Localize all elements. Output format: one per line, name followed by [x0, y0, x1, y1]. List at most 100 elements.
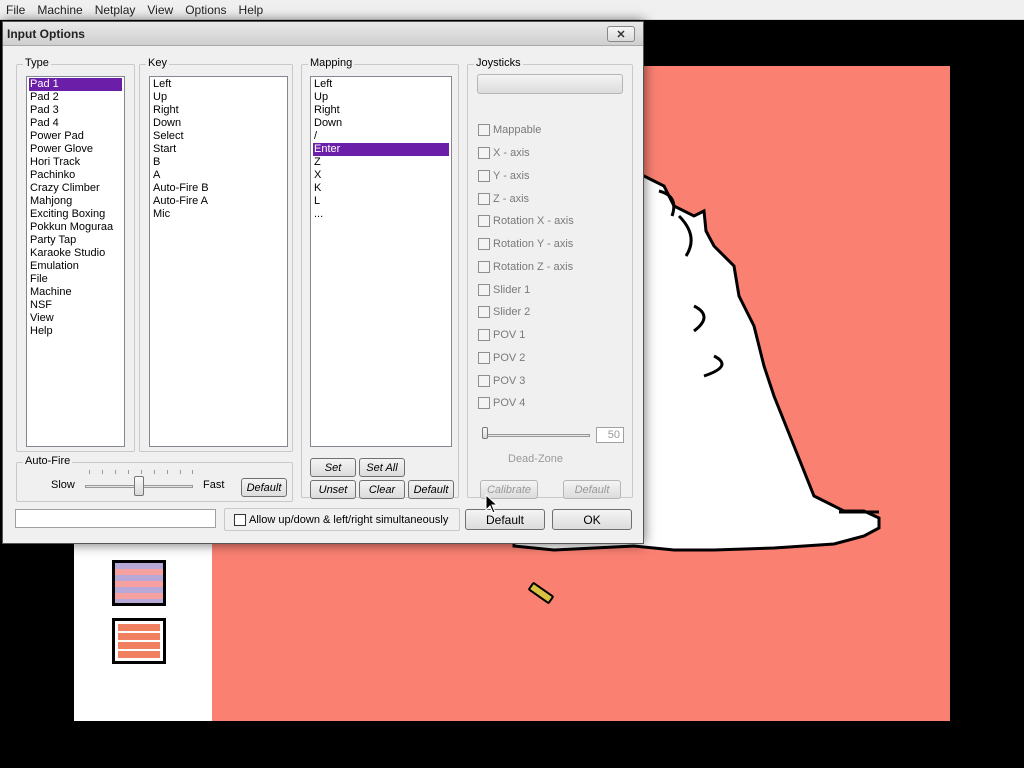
key-item[interactable]: Right: [152, 104, 285, 117]
rotation-z-checkbox[interactable]: Rotation Z - axis: [478, 261, 573, 273]
menu-file[interactable]: File: [2, 3, 29, 17]
menu-help[interactable]: Help: [235, 3, 268, 17]
deadzone-value: 50: [607, 429, 620, 441]
checkbox-box: [478, 124, 490, 136]
type-item[interactable]: Pad 1: [29, 78, 122, 91]
mapping-item[interactable]: ...: [313, 208, 449, 221]
key-item[interactable]: Mic: [152, 208, 285, 221]
type-item[interactable]: View: [29, 312, 122, 325]
allow-simultaneous-checkbox[interactable]: Allow up/down & left/right simultaneousl…: [234, 514, 448, 526]
mapping-item[interactable]: K: [313, 182, 449, 195]
mapping-item[interactable]: Right: [313, 104, 449, 117]
z-axis-checkbox[interactable]: Z - axis: [478, 193, 529, 205]
type-item[interactable]: Pachinko: [29, 169, 122, 182]
close-button[interactable]: ✕: [607, 26, 635, 42]
menu-options[interactable]: Options: [181, 3, 230, 17]
joysticks-default-button[interactable]: Default: [563, 480, 621, 499]
mapping-item[interactable]: X: [313, 169, 449, 182]
menu-machine[interactable]: Machine: [33, 3, 86, 17]
type-item[interactable]: Pokkun Moguraa: [29, 221, 122, 234]
mapping-item[interactable]: L: [313, 195, 449, 208]
checkbox-label: Slider 1: [493, 284, 531, 296]
type-item[interactable]: NSF: [29, 299, 122, 312]
set-all-button[interactable]: Set All: [359, 458, 405, 477]
type-item[interactable]: Power Glove: [29, 143, 122, 156]
type-item[interactable]: Hori Track: [29, 156, 122, 169]
mapping-item[interactable]: /: [313, 130, 449, 143]
deadzone-slider-thumb[interactable]: [482, 427, 488, 439]
rotation-x-checkbox[interactable]: Rotation X - axis: [478, 215, 574, 227]
type-item[interactable]: Pad 4: [29, 117, 122, 130]
joystick-selector[interactable]: [477, 74, 623, 94]
slider-2-checkbox[interactable]: Slider 2: [478, 306, 530, 318]
type-item[interactable]: Emulation: [29, 260, 122, 273]
mapping-group-label: Mapping: [308, 57, 355, 69]
mapping-item[interactable]: Z: [313, 156, 449, 169]
type-item[interactable]: File: [29, 273, 122, 286]
menu-netplay[interactable]: Netplay: [91, 3, 140, 17]
type-item[interactable]: Party Tap: [29, 234, 122, 247]
footer-default-button[interactable]: Default: [465, 509, 545, 530]
type-group: Type Pad 1 Pad 2 Pad 3 Pad 4 Power Pad P…: [16, 57, 135, 452]
key-group-label: Key: [146, 57, 169, 69]
y-axis-checkbox[interactable]: Y - axis: [478, 170, 529, 182]
type-item[interactable]: Power Pad: [29, 130, 122, 143]
autofire-default-button[interactable]: Default: [241, 478, 287, 497]
type-list[interactable]: Pad 1 Pad 2 Pad 3 Pad 4 Power Pad Power …: [26, 76, 125, 447]
mapping-item[interactable]: Left: [313, 78, 449, 91]
mapping-item[interactable]: Enter: [313, 143, 449, 156]
slider-1-checkbox[interactable]: Slider 1: [478, 284, 530, 296]
checkbox-label: POV 2: [493, 352, 526, 364]
key-list[interactable]: Left Up Right Down Select Start B A Auto…: [149, 76, 288, 447]
dialog-title: Input Options: [7, 26, 85, 41]
type-item[interactable]: Pad 3: [29, 104, 122, 117]
ok-button[interactable]: OK: [552, 509, 632, 530]
menu-view[interactable]: View: [143, 3, 177, 17]
checkbox-label: Mappable: [493, 124, 542, 136]
checkbox-box: [478, 397, 490, 409]
pov-4-checkbox[interactable]: POV 4: [478, 397, 525, 409]
type-item[interactable]: Help: [29, 325, 122, 338]
input-options-dialog: Input Options ✕ Type Pad 1 Pad 2 Pad 3 P…: [2, 21, 644, 544]
dialog-titlebar[interactable]: Input Options ✕: [3, 22, 643, 46]
mouse-cursor-icon: [485, 494, 499, 514]
mapping-item[interactable]: Up: [313, 91, 449, 104]
deadzone-slider-track[interactable]: [482, 434, 590, 437]
pov-3-checkbox[interactable]: POV 3: [478, 375, 525, 387]
checkbox-box: [478, 193, 490, 205]
type-item[interactable]: Exciting Boxing: [29, 208, 122, 221]
type-item[interactable]: Machine: [29, 286, 122, 299]
key-item[interactable]: Left: [152, 78, 285, 91]
key-item[interactable]: Select: [152, 130, 285, 143]
mapping-item[interactable]: Down: [313, 117, 449, 130]
key-item[interactable]: Down: [152, 117, 285, 130]
autofire-slider-thumb[interactable]: [134, 476, 144, 496]
key-item[interactable]: Auto-Fire A: [152, 195, 285, 208]
pov-1-checkbox[interactable]: POV 1: [478, 329, 525, 341]
pov-2-checkbox[interactable]: POV 2: [478, 352, 525, 364]
set-button[interactable]: Set: [310, 458, 356, 477]
checkbox-box: [234, 514, 246, 526]
key-item[interactable]: B: [152, 156, 285, 169]
main-menubar: File Machine Netplay View Options Help: [0, 0, 1024, 20]
key-item[interactable]: Up: [152, 91, 285, 104]
mapping-list[interactable]: Left Up Right Down / Enter Z X K L ...: [310, 76, 452, 447]
unset-button[interactable]: Unset: [310, 480, 356, 499]
type-item[interactable]: Karaoke Studio: [29, 247, 122, 260]
clear-button[interactable]: Clear: [359, 480, 405, 499]
status-field[interactable]: [15, 509, 216, 528]
rotation-y-checkbox[interactable]: Rotation Y - axis: [478, 238, 573, 250]
mapping-group: Mapping Left Up Right Down / Enter Z X K…: [301, 57, 459, 499]
mapping-default-button[interactable]: Default: [408, 480, 454, 499]
checkbox-box: [478, 170, 490, 182]
type-item[interactable]: Pad 2: [29, 91, 122, 104]
mappable-checkbox[interactable]: Mappable: [478, 124, 541, 136]
key-item[interactable]: Auto-Fire B: [152, 182, 285, 195]
key-item[interactable]: Start: [152, 143, 285, 156]
key-item[interactable]: A: [152, 169, 285, 182]
type-item[interactable]: Crazy Climber: [29, 182, 122, 195]
x-axis-checkbox[interactable]: X - axis: [478, 147, 530, 159]
type-item[interactable]: Mahjong: [29, 195, 122, 208]
deadzone-value-field[interactable]: 50: [596, 427, 624, 443]
autofire-fast-label: Fast: [203, 479, 225, 491]
